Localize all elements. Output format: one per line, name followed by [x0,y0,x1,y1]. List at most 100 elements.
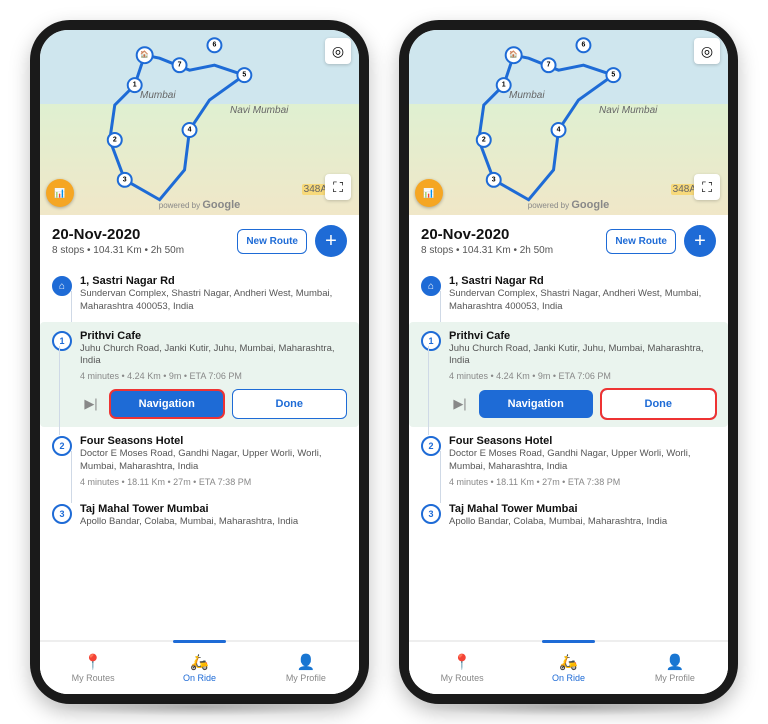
routes-icon: 📍 [453,653,472,671]
stop-number: 2 [421,436,441,456]
new-route-button[interactable]: New Route [606,229,676,254]
stop-number: 3 [421,504,441,524]
stop-title: Prithvi Cafe [80,330,347,342]
stop-address: Juhu Church Road, Janki Kutir, Juhu, Mum… [449,343,716,369]
svg-text:4: 4 [188,126,192,133]
svg-text:7: 7 [178,62,182,69]
stop-number: 2 [52,436,72,456]
route-header: 20-Nov-2020 8 stops • 104.31 Km • 2h 50m… [409,215,728,267]
stop-meta: 4 minutes • 18.11 Km • 27m • ETA 7:38 PM [449,477,716,487]
screen: 🏠 1 2 3 4 5 6 7 Mumbai Navi Mumbai 348A … [40,30,359,694]
stop-number: 3 [52,504,72,524]
svg-text:3: 3 [123,176,127,183]
stop-actions: ▶| Navigation Done [80,389,347,419]
new-route-button[interactable]: New Route [237,229,307,254]
stop-address: Juhu Church Road, Janki Kutir, Juhu, Mum… [80,343,347,369]
screen: 🏠 1 2 3 4 5 6 7 Mumbai Navi Mumbai 348A … [409,30,728,694]
stop-address: Doctor E Moses Road, Gandhi Nagar, Upper… [449,448,716,474]
route-date: 20-Nov-2020 [52,226,229,243]
route-header: 20-Nov-2020 8 stops • 104.31 Km • 2h 50m… [40,215,359,267]
nav-on-ride[interactable]: 🛵 On Ride [146,642,252,694]
stop-title: 1, Sastri Nagar Rd [80,275,347,287]
svg-text:🏠: 🏠 [509,50,518,59]
stop-address: Sundervan Complex, Shastri Nagar, Andher… [80,288,347,314]
fullscreen-icon[interactable]: ⛶ [325,174,351,200]
route-date: 20-Nov-2020 [421,226,598,243]
svg-text:7: 7 [547,62,551,69]
stop-title: Taj Mahal Tower Mumbai [449,503,716,515]
map-city-label: Navi Mumbai [230,105,288,116]
stop-item[interactable]: 2 Four Seasons Hotel Doctor E Moses Road… [52,427,347,495]
stop-item-home[interactable]: ⌂ 1, Sastri Nagar Rd Sundervan Complex, … [421,267,716,322]
stats-badge-icon[interactable]: 📊 [46,179,74,207]
map-area[interactable]: 🏠 1 2 3 4 5 6 7 Mumbai Navi Mumbai 348A … [409,30,728,215]
home-icon: ⌂ [421,276,441,296]
map-city-label: Navi Mumbai [599,105,657,116]
nav-my-profile[interactable]: 👤 My Profile [622,642,728,694]
map-city-label: Mumbai [509,90,545,101]
done-button[interactable]: Done [232,389,348,419]
routes-icon: 📍 [84,653,103,671]
stop-title: Four Seasons Hotel [449,435,716,447]
stop-number: 1 [52,331,72,351]
phone-frame-right: 🏠 1 2 3 4 5 6 7 Mumbai Navi Mumbai 348A … [399,20,738,704]
stop-meta: 4 minutes • 4.24 Km • 9m • ETA 7:06 PM [80,371,347,381]
nav-my-profile[interactable]: 👤 My Profile [253,642,359,694]
content-area: 20-Nov-2020 8 stops • 104.31 Km • 2h 50m… [40,215,359,694]
map-brand: powered by Google [528,199,609,211]
locate-icon[interactable]: ◎ [694,38,720,64]
nav-on-ride[interactable]: 🛵 On Ride [515,642,621,694]
home-icon: ⌂ [52,276,72,296]
stop-address: Apollo Bandar, Colaba, Mumbai, Maharasht… [449,516,716,529]
nav-my-routes[interactable]: 📍 My Routes [409,642,515,694]
nav-my-routes[interactable]: 📍 My Routes [40,642,146,694]
stop-actions: ▶| Navigation Done [449,389,716,419]
stop-item-active[interactable]: 1 Prithvi Cafe Juhu Church Road, Janki K… [40,322,359,428]
svg-text:🏠: 🏠 [140,50,149,59]
svg-text:6: 6 [582,42,586,49]
svg-text:2: 2 [482,136,486,143]
stop-meta: 4 minutes • 18.11 Km • 27m • ETA 7:38 PM [80,477,347,487]
stop-title: 1, Sastri Nagar Rd [449,275,716,287]
content-area: 20-Nov-2020 8 stops • 104.31 Km • 2h 50m… [409,215,728,694]
add-button[interactable]: + [315,225,347,257]
map-controls: ◎ ⛶ [325,38,351,200]
svg-text:1: 1 [502,82,506,89]
phone-frame-left: 🏠 1 2 3 4 5 6 7 Mumbai Navi Mumbai 348A … [30,20,369,704]
scooter-icon: 🛵 [559,653,578,671]
svg-text:2: 2 [113,136,117,143]
stop-item-active[interactable]: 1 Prithvi Cafe Juhu Church Road, Janki K… [409,322,728,428]
stops-list[interactable]: ⌂ 1, Sastri Nagar Rd Sundervan Complex, … [409,267,728,640]
stops-list[interactable]: ⌂ 1, Sastri Nagar Rd Sundervan Complex, … [40,267,359,640]
route-summary: 8 stops • 104.31 Km • 2h 50m [52,245,229,256]
svg-text:3: 3 [492,176,496,183]
profile-icon: 👤 [296,653,315,671]
map-city-label: Mumbai [140,90,176,101]
stop-item[interactable]: 3 Taj Mahal Tower Mumbai Apollo Bandar, … [52,495,347,537]
bottom-nav: 📍 My Routes 🛵 On Ride 👤 My Profile [409,640,728,694]
stop-title: Taj Mahal Tower Mumbai [80,503,347,515]
fullscreen-icon[interactable]: ⛶ [694,174,720,200]
locate-icon[interactable]: ◎ [325,38,351,64]
scooter-icon: 🛵 [190,653,209,671]
map-area[interactable]: 🏠 1 2 3 4 5 6 7 Mumbai Navi Mumbai 348A … [40,30,359,215]
skip-icon[interactable]: ▶| [449,393,471,415]
stop-title: Four Seasons Hotel [80,435,347,447]
svg-text:1: 1 [133,82,137,89]
map-controls: ◎ ⛶ [694,38,720,200]
add-button[interactable]: + [684,225,716,257]
stop-address: Doctor E Moses Road, Gandhi Nagar, Upper… [80,448,347,474]
navigation-button[interactable]: Navigation [110,390,224,418]
stop-item-home[interactable]: ⌂ 1, Sastri Nagar Rd Sundervan Complex, … [52,267,347,322]
stop-number: 1 [421,331,441,351]
map-brand: powered by Google [159,199,240,211]
stats-badge-icon[interactable]: 📊 [415,179,443,207]
navigation-button[interactable]: Navigation [479,390,593,418]
stop-item[interactable]: 3 Taj Mahal Tower Mumbai Apollo Bandar, … [421,495,716,537]
bottom-nav: 📍 My Routes 🛵 On Ride 👤 My Profile [40,640,359,694]
profile-icon: 👤 [665,653,684,671]
stop-address: Sundervan Complex, Shastri Nagar, Andher… [449,288,716,314]
skip-icon[interactable]: ▶| [80,393,102,415]
done-button[interactable]: Done [601,389,717,419]
stop-item[interactable]: 2 Four Seasons Hotel Doctor E Moses Road… [421,427,716,495]
